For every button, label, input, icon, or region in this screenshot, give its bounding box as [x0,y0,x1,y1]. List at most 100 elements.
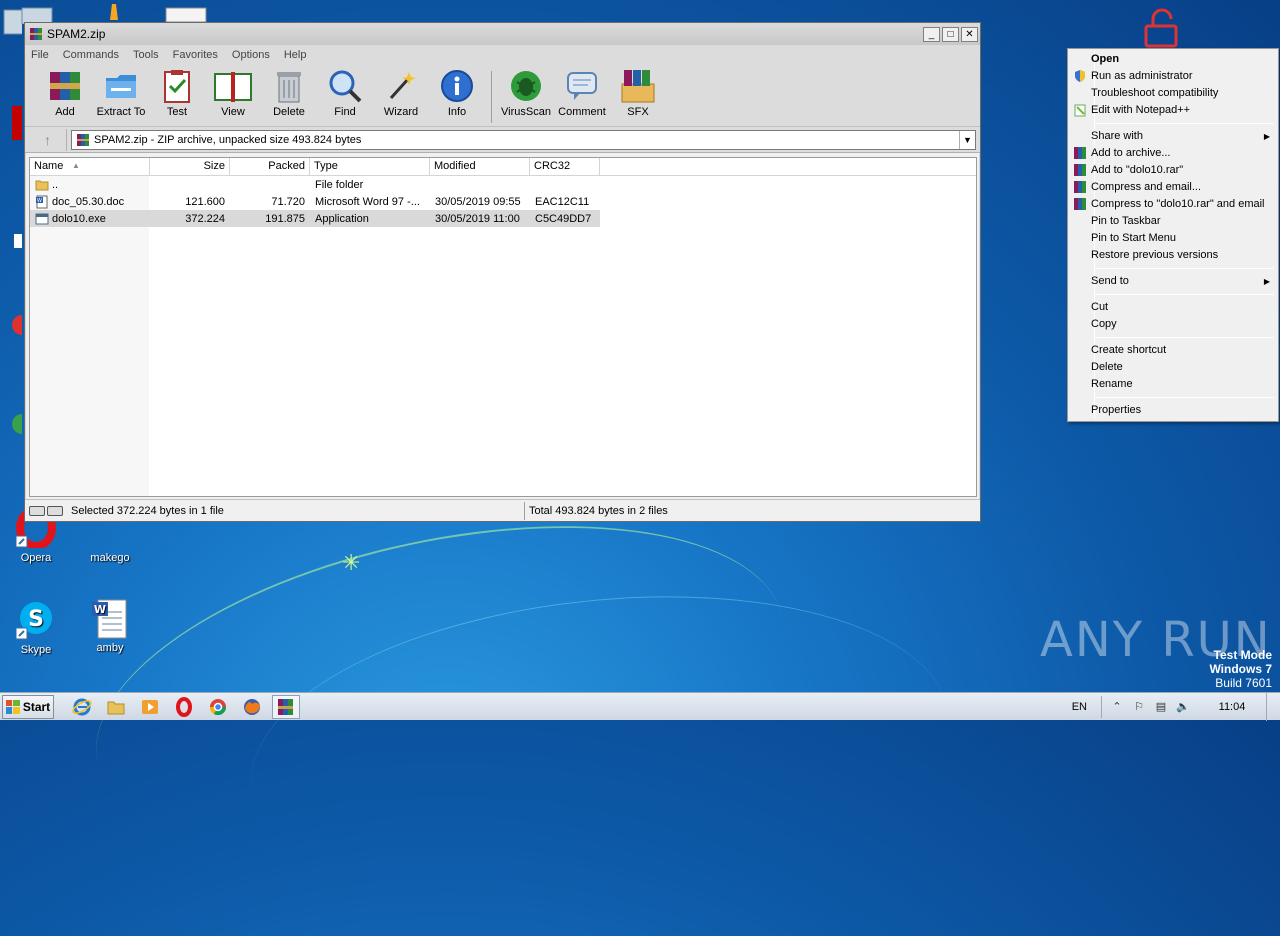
app-icon[interactable] [0,404,22,448]
menu-item-compress-and-email[interactable]: Compress and email... [1070,179,1276,196]
comment-button[interactable]: Comment [554,68,610,126]
language-indicator[interactable]: EN [1072,701,1087,713]
menu-options[interactable]: Options [232,49,270,61]
menu-item-open[interactable]: Open [1070,51,1276,68]
maximize-button[interactable]: □ [942,26,959,42]
column-header-size[interactable]: Size [150,158,230,176]
menu-item-restore-previous-versions[interactable]: Restore previous versions [1070,247,1276,264]
file-list[interactable]: Name ▲ Size Packed Type Modified CRC32 ..… [29,157,977,497]
acrobat-icon[interactable] [0,104,22,148]
menu-item-delete[interactable]: Delete [1070,359,1276,376]
taskbar-chrome[interactable] [204,695,232,719]
network-icon[interactable]: ▤ [1152,700,1170,713]
start-button[interactable]: Start [2,694,54,719]
drive-icon[interactable] [29,505,65,516]
menu-favorites[interactable]: Favorites [173,49,218,61]
svg-text:S: S [28,607,44,632]
address-bar: ↑ SPAM2.zip - ZIP archive, unpacked size… [25,127,980,153]
file-row-selected[interactable]: dolo10.exe 372.224 191.875 Application 3… [30,210,600,227]
arrow-up-icon: ↑ [44,131,51,148]
column-header-name[interactable]: Name ▲ [30,158,150,176]
column-header-type[interactable]: Type [310,158,430,176]
file-name: dolo10.exe [52,212,106,225]
address-dropdown-button[interactable]: ▼ [959,130,975,149]
opera-icon [176,696,192,717]
column-header-crc32[interactable]: CRC32 [530,158,600,176]
menu-item-pin-to-start-menu[interactable]: Pin to Start Menu [1070,230,1276,247]
firefox-icon [244,698,260,715]
clock[interactable]: 11:04 [1204,701,1260,713]
menu-separator [1094,123,1274,124]
desktop-icon-skype[interactable]: S Skype [4,600,68,656]
column-header-packed[interactable]: Packed [230,158,310,176]
app-icon[interactable] [0,305,22,349]
pencil-icon[interactable] [104,2,124,22]
menu-item-properties[interactable]: Properties [1070,402,1276,419]
delete-button[interactable]: Delete [261,68,317,126]
winrar-window[interactable]: SPAM2.zip _ □ ✕ File Commands Tools Favo… [24,22,981,522]
menu-item-edit-with-notepadpp[interactable]: Edit with Notepad++ [1070,102,1276,119]
address-text: SPAM2.zip - ZIP archive, unpacked size 4… [94,133,362,146]
media-player-icon [142,699,158,714]
windows-logo-icon [5,699,20,714]
view-button[interactable]: View [205,68,261,126]
virusscan-button[interactable]: VirusScan [498,68,554,126]
menu-item-share-with[interactable]: Share with ▶ [1070,128,1276,145]
extract-to-button[interactable]: Extract To [93,68,149,126]
taskbar-winrar[interactable] [272,694,300,719]
menubar: File Commands Tools Favorites Options He… [25,45,980,65]
menu-item-add-to-archive[interactable]: Add to archive... [1070,145,1276,162]
minimize-button[interactable]: _ [923,26,940,42]
up-one-level-button[interactable]: ↑ [29,128,67,151]
taskbar-explorer[interactable] [102,695,130,719]
menu-item-troubleshoot-compatibility[interactable]: Troubleshoot compatibility [1070,85,1276,102]
menu-item-label: Compress and email... [1091,181,1202,193]
test-button[interactable]: Test [149,68,205,126]
taskbar-firefox[interactable] [238,695,266,719]
winrar-icon [278,698,293,715]
find-button[interactable]: Find [317,68,373,126]
close-button[interactable]: ✕ [961,26,978,42]
shortcut-icon[interactable] [0,230,22,274]
desktop-icon-amby[interactable]: W amby [78,598,142,654]
wizard-button[interactable]: Wizard [373,68,429,126]
show-hidden-icons-icon[interactable]: ⌃ [1108,700,1126,713]
show-desktop-button[interactable] [1266,692,1280,721]
menu-commands[interactable]: Commands [63,49,119,61]
menu-item-copy[interactable]: Copy [1070,316,1276,333]
window-titlebar[interactable]: SPAM2.zip _ □ ✕ [25,23,980,45]
menu-file[interactable]: File [31,49,49,61]
file-row[interactable]: .. File folder [30,176,600,193]
volume-icon[interactable]: 🔈 [1174,700,1192,713]
menu-item-rename[interactable]: Rename [1070,376,1276,393]
menu-item-cut[interactable]: Cut [1070,299,1276,316]
recycle-bin-icon[interactable] [20,4,56,24]
menu-item-compress-to-rar-and-email[interactable]: Compress to "dolo10.rar" and email [1070,196,1276,213]
menu-tools[interactable]: Tools [133,49,159,61]
menu-help[interactable]: Help [284,49,307,61]
extract-to-label: Extract To [96,106,146,118]
sfx-button[interactable]: SFX [610,68,666,126]
menu-item-run-as-administrator[interactable]: Run as administrator [1070,68,1276,85]
menu-item-send-to[interactable]: Send to ▶ [1070,273,1276,290]
file-row[interactable]: W doc_05.30.doc 121.600 71.720 Microsoft… [30,193,600,210]
taskbar-media-player[interactable] [136,695,164,719]
menu-separator [1094,397,1274,398]
status-total: Total 493.824 bytes in 2 files [529,504,668,517]
document-icon[interactable] [164,6,210,22]
address-field[interactable]: SPAM2.zip - ZIP archive, unpacked size 4… [71,129,976,150]
column-label: Packed [268,160,305,172]
taskbar-ie[interactable] [68,695,96,719]
menu-item-label: Pin to Taskbar [1091,215,1161,227]
action-center-flag-icon[interactable]: ⚐ [1130,700,1148,713]
menu-item-create-shortcut[interactable]: Create shortcut [1070,342,1276,359]
sfx-box-icon [621,70,655,103]
column-header-modified[interactable]: Modified [430,158,530,176]
add-button[interactable]: Add [37,68,93,126]
desktop-icon-label: makego [90,552,130,564]
info-button[interactable]: Info [429,68,485,126]
menu-item-pin-to-taskbar[interactable]: Pin to Taskbar [1070,213,1276,230]
menu-item-add-to-rar[interactable]: Add to "dolo10.rar" [1070,162,1276,179]
recycle-bin-icon[interactable] [0,6,22,50]
taskbar-opera[interactable] [170,695,198,719]
